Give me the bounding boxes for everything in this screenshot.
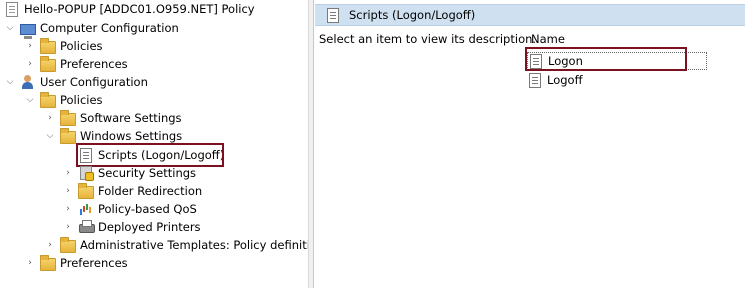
chevron-down-icon[interactable]: ⌵ [24,91,36,109]
tree-item-uc-preferences[interactable]: › Preferences [24,254,128,272]
folder-icon [60,127,76,144]
tree-item-cc-policies[interactable]: › Policies [24,37,103,55]
tree-item-user-configuration[interactable]: ⌵ User Configuration [4,73,148,91]
tree-item-folder-redirection[interactable]: › Folder Redirection [62,182,202,200]
folder-icon [60,236,76,253]
policy-tree-pane: Hello-POPUP [ADDC01.O959.NET] Policy ⌵ C… [0,0,309,288]
details-header: Scripts (Logon/Logoff) [315,4,745,26]
printer-icon [78,219,95,235]
tree-item-cc-preferences[interactable]: › Preferences [24,55,128,73]
description-text: Select an item to view its description. [319,32,537,46]
tree-item-label: Preferences [60,57,128,71]
chevron-right-icon[interactable]: › [44,109,56,127]
folder-icon [40,254,56,271]
tree-item-label: Folder Redirection [98,184,203,198]
tree-item-software-settings[interactable]: › Software Settings [44,109,182,127]
chart-icon [78,201,94,217]
tree-item-label: Administrative Templates: Policy definit… [80,238,309,252]
folder-icon [40,91,56,108]
script-doc-icon [327,7,339,23]
column-header-name[interactable]: Name [531,32,565,46]
tree-item-label: Policies [60,39,103,53]
highlight-box-logon [525,47,687,71]
user-icon [20,74,36,90]
tree-item-label: User Configuration [40,75,148,89]
tree-item-label: Security Settings [98,166,197,180]
chevron-right-icon[interactable]: › [62,200,74,218]
tree-item-uc-policies[interactable]: ⌵ Policies [24,91,103,109]
chevron-right-icon[interactable]: › [24,37,36,55]
details-header-title: Scripts (Logon/Logoff) [349,8,476,22]
details-pane: Scripts (Logon/Logoff) Select an item to… [315,0,745,288]
chevron-down-icon[interactable]: ⌵ [44,127,56,145]
chevron-down-icon[interactable]: ⌵ [4,73,16,91]
tree-item-label: Hello-POPUP [ADDC01.O959.NET] Policy [24,2,255,16]
tree-item-policy-qos[interactable]: › Policy-based QoS [62,200,197,218]
tree-item-label: Computer Configuration [40,21,179,35]
pane-splitter[interactable] [309,0,314,288]
folder-icon [40,37,56,54]
chevron-right-icon[interactable]: › [62,164,74,182]
tree-item-label: Preferences [60,256,128,270]
tree-item-computer-configuration[interactable]: ⌵ Computer Configuration [4,19,179,39]
tree-item-security-settings[interactable]: › Security Settings [62,164,196,182]
chevron-right-icon[interactable]: › [24,55,36,73]
chevron-down-icon[interactable]: ⌵ [4,19,16,37]
chevron-right-icon[interactable]: › [24,254,36,272]
tree-item-label: Deployed Printers [98,220,201,234]
policy-doc-icon [6,1,18,17]
list-item-logoff[interactable]: Logoff [527,71,583,89]
security-icon [78,165,94,181]
tree-item-administrative-templates[interactable]: › Administrative Templates: Policy defin… [44,236,309,254]
tree-item-deployed-printers[interactable]: › Deployed Printers [62,218,201,236]
chevron-right-icon[interactable]: › [62,182,74,200]
tree-item-label: Policy-based QoS [98,202,197,216]
folder-icon [40,55,56,72]
chevron-right-icon[interactable]: › [62,218,74,236]
tree-item-root[interactable]: Hello-POPUP [ADDC01.O959.NET] Policy [4,0,255,18]
tree-item-label: Software Settings [80,111,182,125]
folder-icon [60,109,76,126]
list-item-label: Logoff [547,73,583,87]
computer-icon [20,23,36,39]
script-doc-icon [529,72,541,88]
tree-item-label: Policies [60,93,103,107]
chevron-right-icon[interactable]: › [44,236,56,254]
folder-icon [78,182,94,199]
